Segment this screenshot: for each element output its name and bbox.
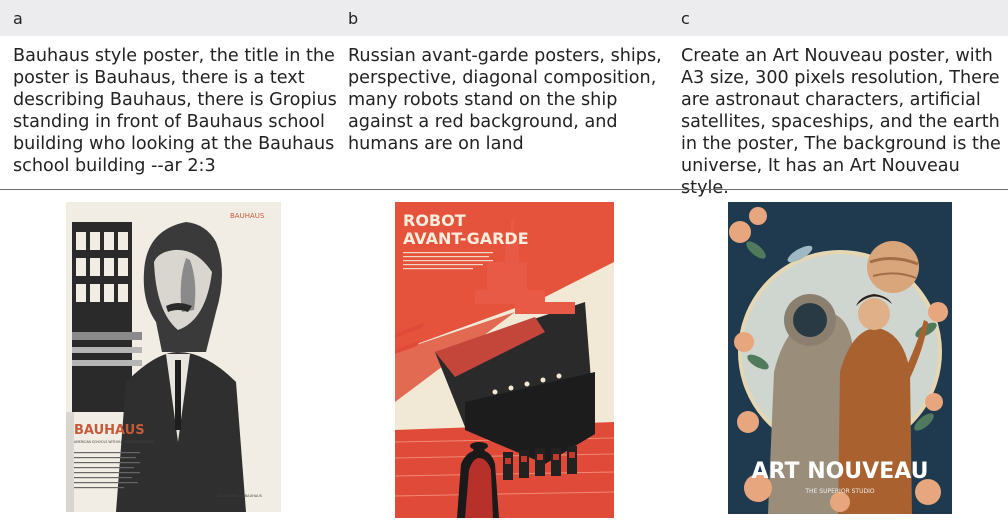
table-divider xyxy=(0,189,1008,190)
poster-image-b: ROBOT AVANT-GARDE xyxy=(395,202,614,518)
poster-a-title: BAUHAUS xyxy=(74,423,145,438)
poster-c-title: ART NOUVEAU xyxy=(752,459,929,484)
prompt-text-a: Bauhaus style poster, the title in the p… xyxy=(13,46,337,176)
poster-a-top-label: BAUHAUS xyxy=(230,212,265,220)
column-header-a: a xyxy=(13,9,23,28)
prompt-text-b: Russian avant-garde posters, ships, pers… xyxy=(348,46,662,154)
poster-image-a: BAUHAUS BAUHAUS AMERICAN SCHOOLS WITHOUT… xyxy=(66,202,281,512)
column-header-b: b xyxy=(348,9,359,28)
poster-b-title-line1: ROBOT xyxy=(403,211,466,230)
poster-image-c: ART NOUVEAU THE SUPERIOR STUDIO xyxy=(728,202,952,514)
column-header-c: c xyxy=(681,9,690,28)
table-header-row: a b c xyxy=(0,0,1008,36)
poster-b-title-line2: AVANT-GARDE xyxy=(403,229,529,248)
poster-c-subtitle: THE SUPERIOR STUDIO xyxy=(804,488,874,495)
prompt-text-c: Create an Art Nouveau poster, with A3 si… xyxy=(681,46,1001,198)
poster-a-signature: 101 GROPIUS + BAUHAUS xyxy=(216,494,263,498)
poster-a-subtitle: AMERICAN SCHOOLS WITHOUT ENDLESS BORDER xyxy=(74,440,155,444)
